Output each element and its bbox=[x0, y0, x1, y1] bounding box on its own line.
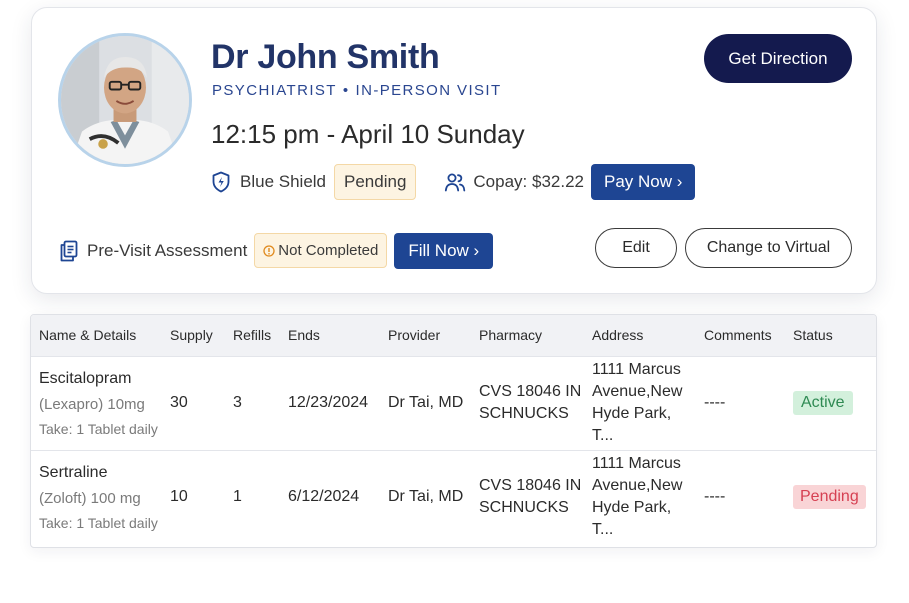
cell-pharmacy: CVS 18046 IN SCHNUCKS bbox=[471, 356, 584, 451]
table-row[interactable]: Escitalopram (Lexapro) 10mg Take: 1 Tabl… bbox=[31, 356, 876, 451]
cell-status: Active bbox=[785, 356, 876, 451]
address-line: Avenue,New bbox=[592, 477, 683, 495]
cell-comments: ---- bbox=[704, 488, 726, 506]
cell-address: 1111 Marcus Avenue,New Hyde Park, T... bbox=[584, 356, 696, 451]
insurance-provider: Blue Shield bbox=[240, 172, 327, 191]
appointment-date: April 10 Sunday bbox=[341, 119, 525, 149]
cell-name-details: Escitalopram (Lexapro) 10mg Take: 1 Tabl… bbox=[31, 356, 162, 451]
medication-dosage: Take: 1 Tablet daily bbox=[39, 514, 158, 531]
previsit-status-text: Not Completed bbox=[278, 242, 379, 259]
copay-amount: Copay: $32.22 bbox=[473, 172, 584, 191]
get-direction-button[interactable]: Get Direction bbox=[704, 34, 852, 83]
medication-detail: (Zoloft) 100 mg bbox=[39, 489, 141, 507]
col-header-name[interactable]: Name & Details bbox=[31, 315, 162, 357]
col-header-status[interactable]: Status bbox=[785, 315, 876, 357]
cell-refills: 1 bbox=[233, 488, 242, 506]
cell-ends: 12/23/2024 bbox=[280, 356, 380, 451]
prescriptions-table: Name & Details Supply Refills Ends Provi… bbox=[30, 314, 877, 548]
cell-name-details: Sertraline (Zoloft) 100 mg Take: 1 Table… bbox=[31, 450, 162, 544]
cell-supply: 30 bbox=[162, 356, 225, 451]
cell-refills: 3 bbox=[225, 356, 280, 451]
visit-type: IN-PERSON VISIT bbox=[355, 82, 502, 99]
previsit-row: Pre-Visit Assessment Not Completed Fill … bbox=[59, 232, 494, 269]
medication-dosage: Take: 1 Tablet daily bbox=[39, 420, 158, 437]
cell-address: 1111 Marcus Avenue,New Hyde Park, T... bbox=[584, 450, 696, 544]
col-header-supply[interactable]: Supply bbox=[162, 315, 225, 357]
doctor-photo-icon bbox=[61, 36, 189, 164]
pharmacy-line: CVS 18046 IN bbox=[479, 383, 582, 400]
address-line: Avenue,New bbox=[592, 383, 683, 400]
clipboard-icon bbox=[59, 240, 79, 262]
copay-group: Copay: $32.22 Pay Now › bbox=[444, 164, 696, 200]
users-icon bbox=[444, 172, 466, 192]
status-badge: Active bbox=[793, 391, 853, 415]
doctor-subtitle: PSYCHIATRIST • IN-PERSON VISIT bbox=[212, 82, 502, 99]
previsit-label: Pre-Visit Assessment bbox=[87, 240, 248, 260]
appointment-card: Dr John Smith PSYCHIATRIST • IN-PERSON VIS… bbox=[31, 7, 877, 294]
address-line: 1111 Marcus bbox=[592, 455, 681, 473]
separator-dot: • bbox=[342, 82, 350, 99]
doctor-specialty: PSYCHIATRIST bbox=[212, 82, 337, 99]
cell-supply: 10 bbox=[170, 488, 188, 506]
edit-button[interactable]: Edit bbox=[595, 228, 677, 268]
change-to-virtual-button[interactable]: Change to Virtual bbox=[685, 228, 852, 268]
col-header-refills[interactable]: Refills bbox=[225, 315, 280, 357]
cell-pharmacy: CVS 18046 IN SCHNUCKS bbox=[471, 450, 584, 544]
insurance-status-badge: Pending bbox=[334, 164, 417, 200]
address-line: 1111 Marcus bbox=[592, 361, 681, 378]
medication-name: Escitalopram bbox=[39, 369, 132, 387]
cell-comments: ---- bbox=[696, 356, 785, 451]
medication-name: Sertraline bbox=[39, 463, 108, 481]
fill-now-button[interactable]: Fill Now › bbox=[394, 232, 494, 269]
col-header-pharmacy[interactable]: Pharmacy bbox=[471, 315, 584, 357]
address-line: Hyde Park, T... bbox=[592, 405, 672, 444]
cell-status: Pending bbox=[785, 450, 876, 544]
appointment-time: 12:15 pm bbox=[211, 119, 320, 149]
previsit-status-badge: Not Completed bbox=[254, 233, 388, 268]
pharmacy-line: SCHNUCKS bbox=[479, 499, 569, 517]
medication-detail: (Lexapro) 10mg bbox=[39, 395, 145, 413]
pharmacy-line: SCHNUCKS bbox=[479, 405, 569, 422]
pay-now-button[interactable]: Pay Now › bbox=[591, 164, 696, 200]
address-line: Hyde Park, T... bbox=[592, 499, 672, 539]
shield-icon bbox=[211, 171, 231, 193]
cell-provider: Dr Tai, MD bbox=[380, 356, 471, 451]
warning-icon bbox=[263, 244, 275, 257]
col-header-comments[interactable]: Comments bbox=[696, 315, 785, 357]
appointment-datetime: 12:15 pm - April 10 Sunday bbox=[211, 119, 525, 150]
doctor-avatar bbox=[58, 33, 192, 167]
cell-provider: Dr Tai, MD bbox=[388, 488, 464, 506]
col-header-provider[interactable]: Provider bbox=[380, 315, 471, 357]
appointment-dash: - bbox=[319, 119, 342, 149]
cell-ends: 6/12/2024 bbox=[288, 488, 360, 506]
col-header-address[interactable]: Address bbox=[584, 315, 696, 357]
table-header-row: Name & Details Supply Refills Ends Provi… bbox=[31, 315, 876, 357]
insurance-row: Blue Shield Pending Copay: $32.22 Pay No… bbox=[211, 164, 696, 200]
doctor-name: Dr John Smith bbox=[211, 38, 440, 76]
pharmacy-line: CVS 18046 IN bbox=[479, 477, 582, 495]
status-badge: Pending bbox=[793, 485, 866, 510]
table-row[interactable]: Sertraline (Zoloft) 100 mg Take: 1 Table… bbox=[31, 450, 876, 544]
col-header-ends[interactable]: Ends bbox=[280, 315, 380, 357]
